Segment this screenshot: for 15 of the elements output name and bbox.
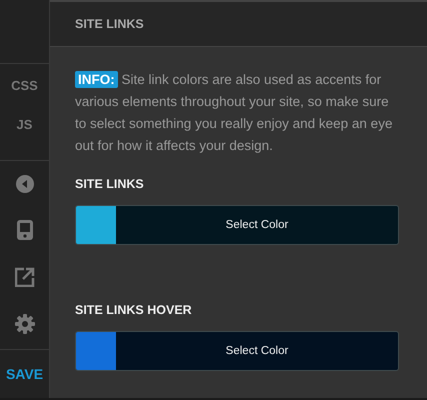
color-picker[interactable]: Select Color — [75, 331, 399, 371]
sidebar-tab[interactable]: CSS — [11, 78, 38, 93]
picker-label: SITE LINKS — [75, 177, 145, 191]
select-color-label: Select Color — [224, 344, 290, 359]
save-button[interactable]: SAVE — [6, 366, 44, 382]
settings-icon[interactable] — [14, 314, 34, 334]
panel-title: SITE LINKS — [75, 17, 144, 31]
back-icon[interactable] — [16, 175, 34, 193]
color-picker[interactable]: Select Color — [75, 205, 399, 245]
mobile-device-icon[interactable] — [16, 220, 32, 240]
external-link-icon[interactable] — [14, 267, 34, 287]
sidebar-tab[interactable]: JS — [16, 117, 32, 132]
select-color-label: Select Color — [224, 218, 290, 233]
info-text: INFO: Site link colors are also used as accents for various elements throughout your site, so make sure to select something you really enjoy and keep an eye out for how it affects your design. — [75, 70, 393, 155]
picker-label: SITE LINKS HOVER — [75, 303, 193, 317]
